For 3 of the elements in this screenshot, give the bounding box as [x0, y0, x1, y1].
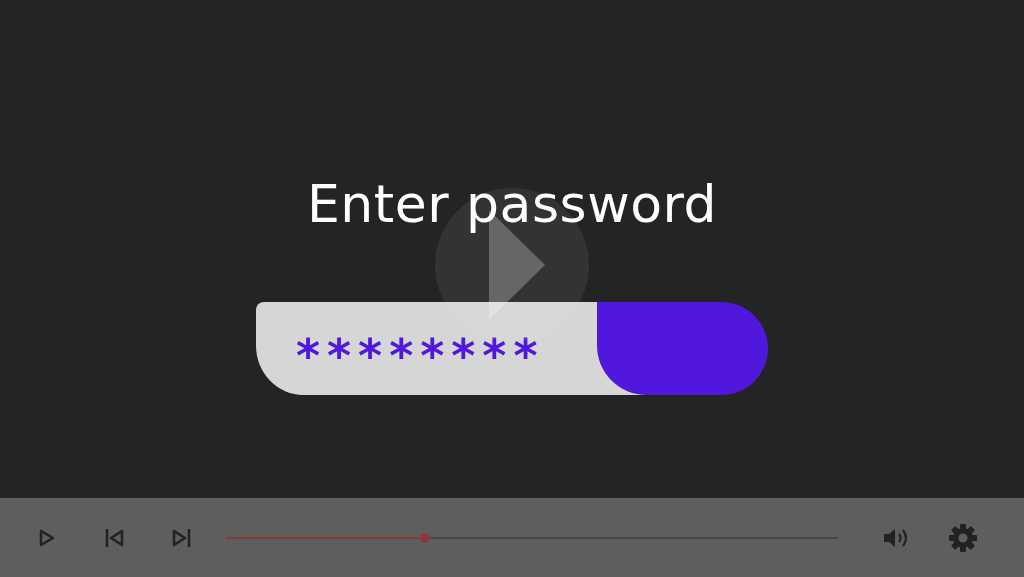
password-field[interactable]: ******** — [256, 302, 768, 395]
video-title: Enter password — [307, 173, 717, 236]
password-value: ******** — [296, 327, 545, 383]
